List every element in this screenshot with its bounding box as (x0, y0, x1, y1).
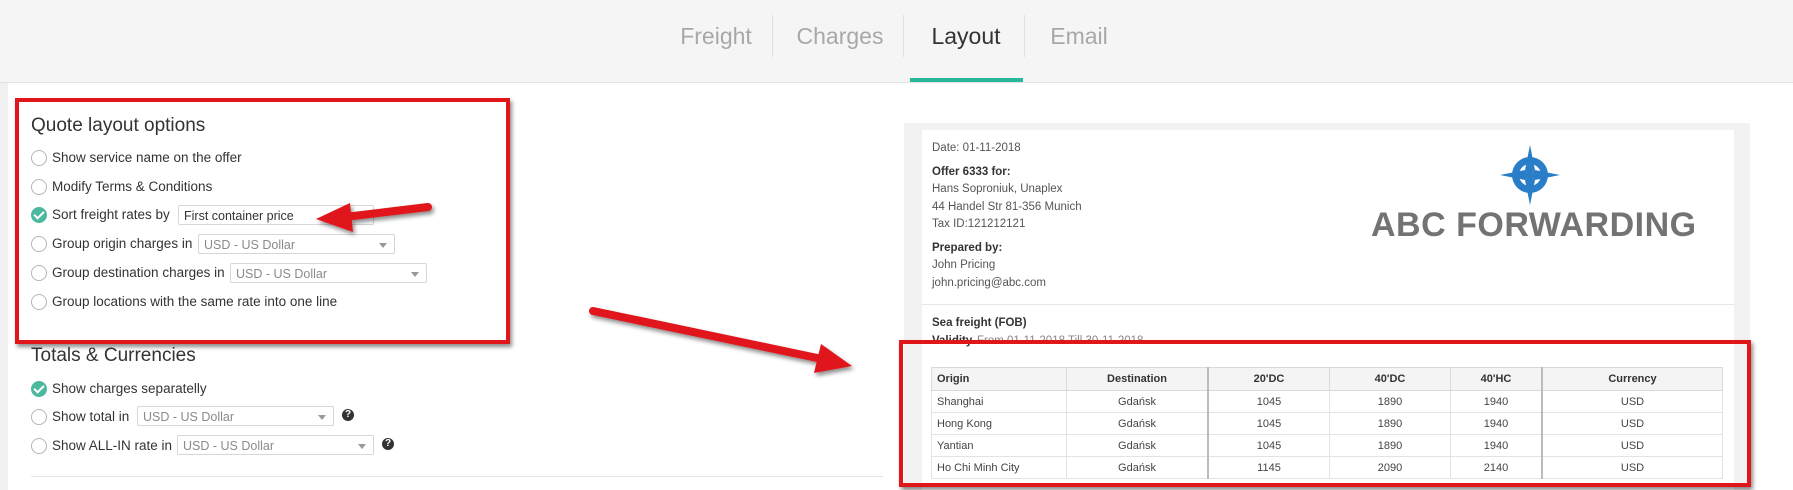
annotation-highlight-box (899, 340, 1751, 487)
preview-offer-title: Offer 6333 for: (932, 166, 1011, 178)
preview-prepared-by-name: John Pricing (932, 259, 996, 271)
preview-section-title: Sea freight (FOB) (932, 317, 1027, 329)
preview-client-name: Hans Soproniuk, Unaplex (932, 183, 1063, 195)
preview-tax-id: Tax ID:121212121 (932, 218, 1026, 230)
company-logo-text: ABC FORWARDING (1371, 206, 1697, 244)
arrow-icon (316, 203, 432, 232)
compass-icon (1500, 145, 1560, 205)
preview-prepared-by-label: Prepared by: (932, 242, 1003, 254)
preview-prepared-by-email: john.pricing@abc.com (932, 277, 1046, 289)
preview-divider (922, 304, 1734, 305)
arrow-icon (589, 307, 852, 373)
preview-date: Date: 01-11-2018 (932, 142, 1021, 154)
preview-client-address: 44 Handel Str 81-356 Munich (932, 201, 1082, 213)
